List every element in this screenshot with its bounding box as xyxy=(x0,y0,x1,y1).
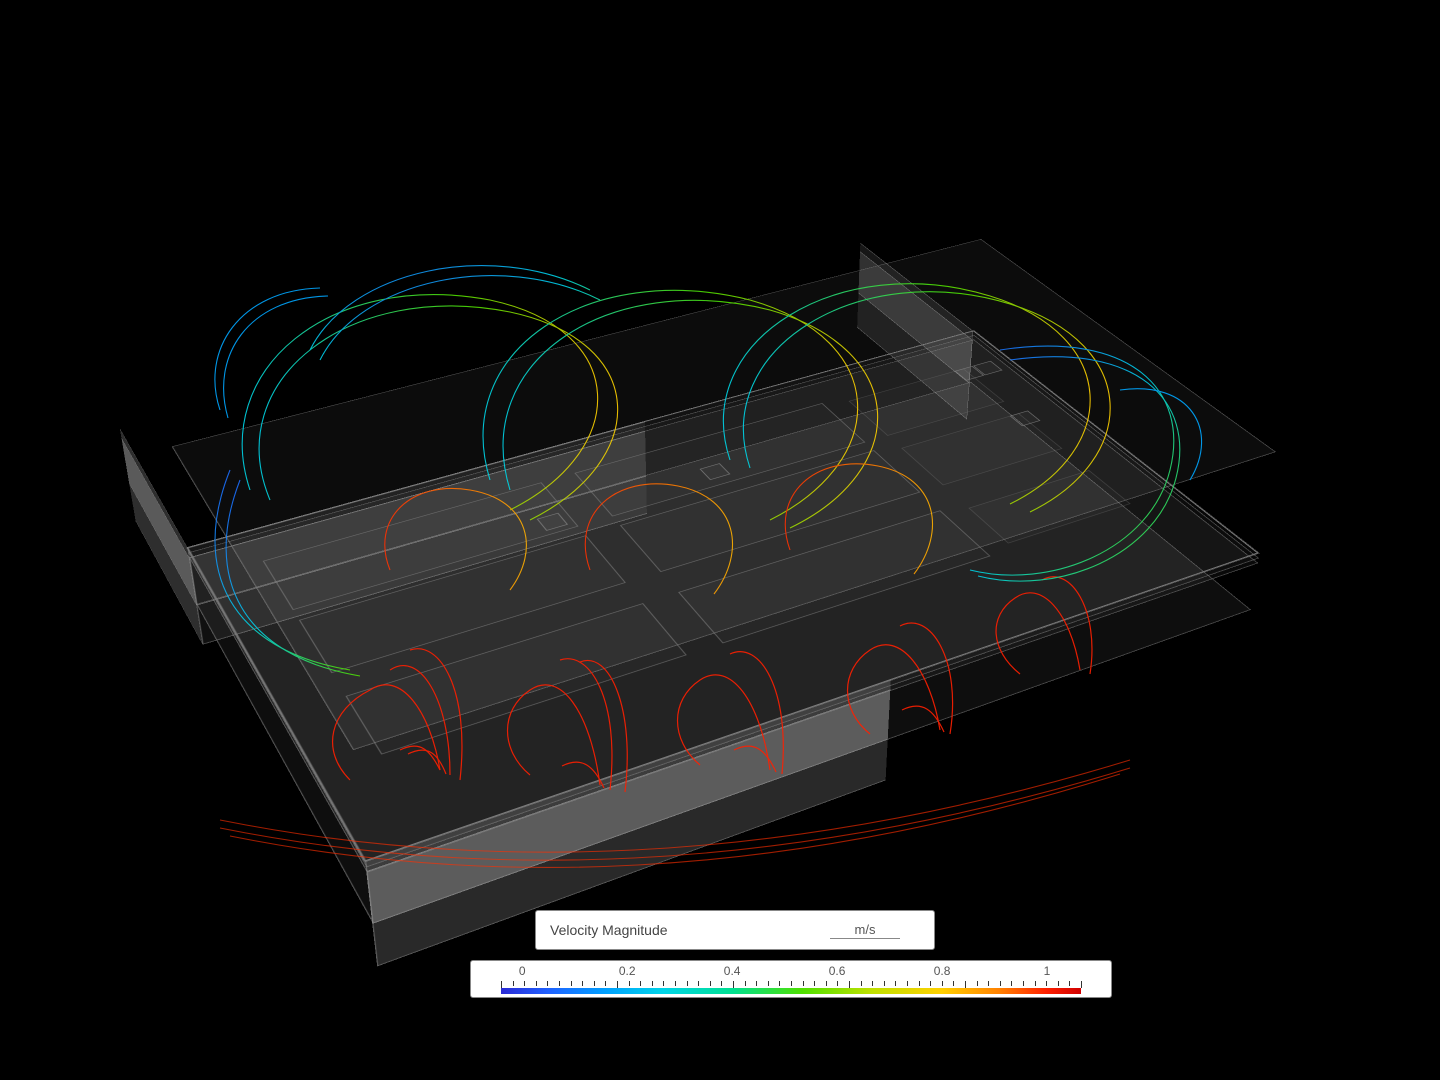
colorbar-tick-label: 0.2 xyxy=(619,964,636,978)
legend-unit: m/s xyxy=(855,922,876,938)
colorbar-tick-label: 0.6 xyxy=(829,964,846,978)
scene-stage[interactable] xyxy=(120,110,1320,910)
colorbar-tick-marks xyxy=(501,981,1081,987)
colorbar-tick-labels: 0 0.2 0.4 0.6 0.8 1 xyxy=(471,964,1111,978)
legend-quantity: Velocity Magnitude xyxy=(550,922,668,938)
colorbar-gradient xyxy=(501,988,1081,994)
colorbar-tick-label: 1 xyxy=(1044,964,1051,978)
colorbar-tick-label: 0.4 xyxy=(724,964,741,978)
colorbar-panel[interactable]: 0 0.2 0.4 0.6 0.8 1 xyxy=(470,960,1112,998)
legend-unit-wrap: m/s xyxy=(830,922,900,939)
legend-panel[interactable]: Velocity Magnitude m/s xyxy=(535,910,935,950)
colorbar-tick-label: 0 xyxy=(519,964,526,978)
render-viewport[interactable]: Velocity Magnitude m/s 0 0.2 0.4 0.6 0.8 1 xyxy=(70,50,1370,1010)
colorbar-tick-label: 0.8 xyxy=(934,964,951,978)
